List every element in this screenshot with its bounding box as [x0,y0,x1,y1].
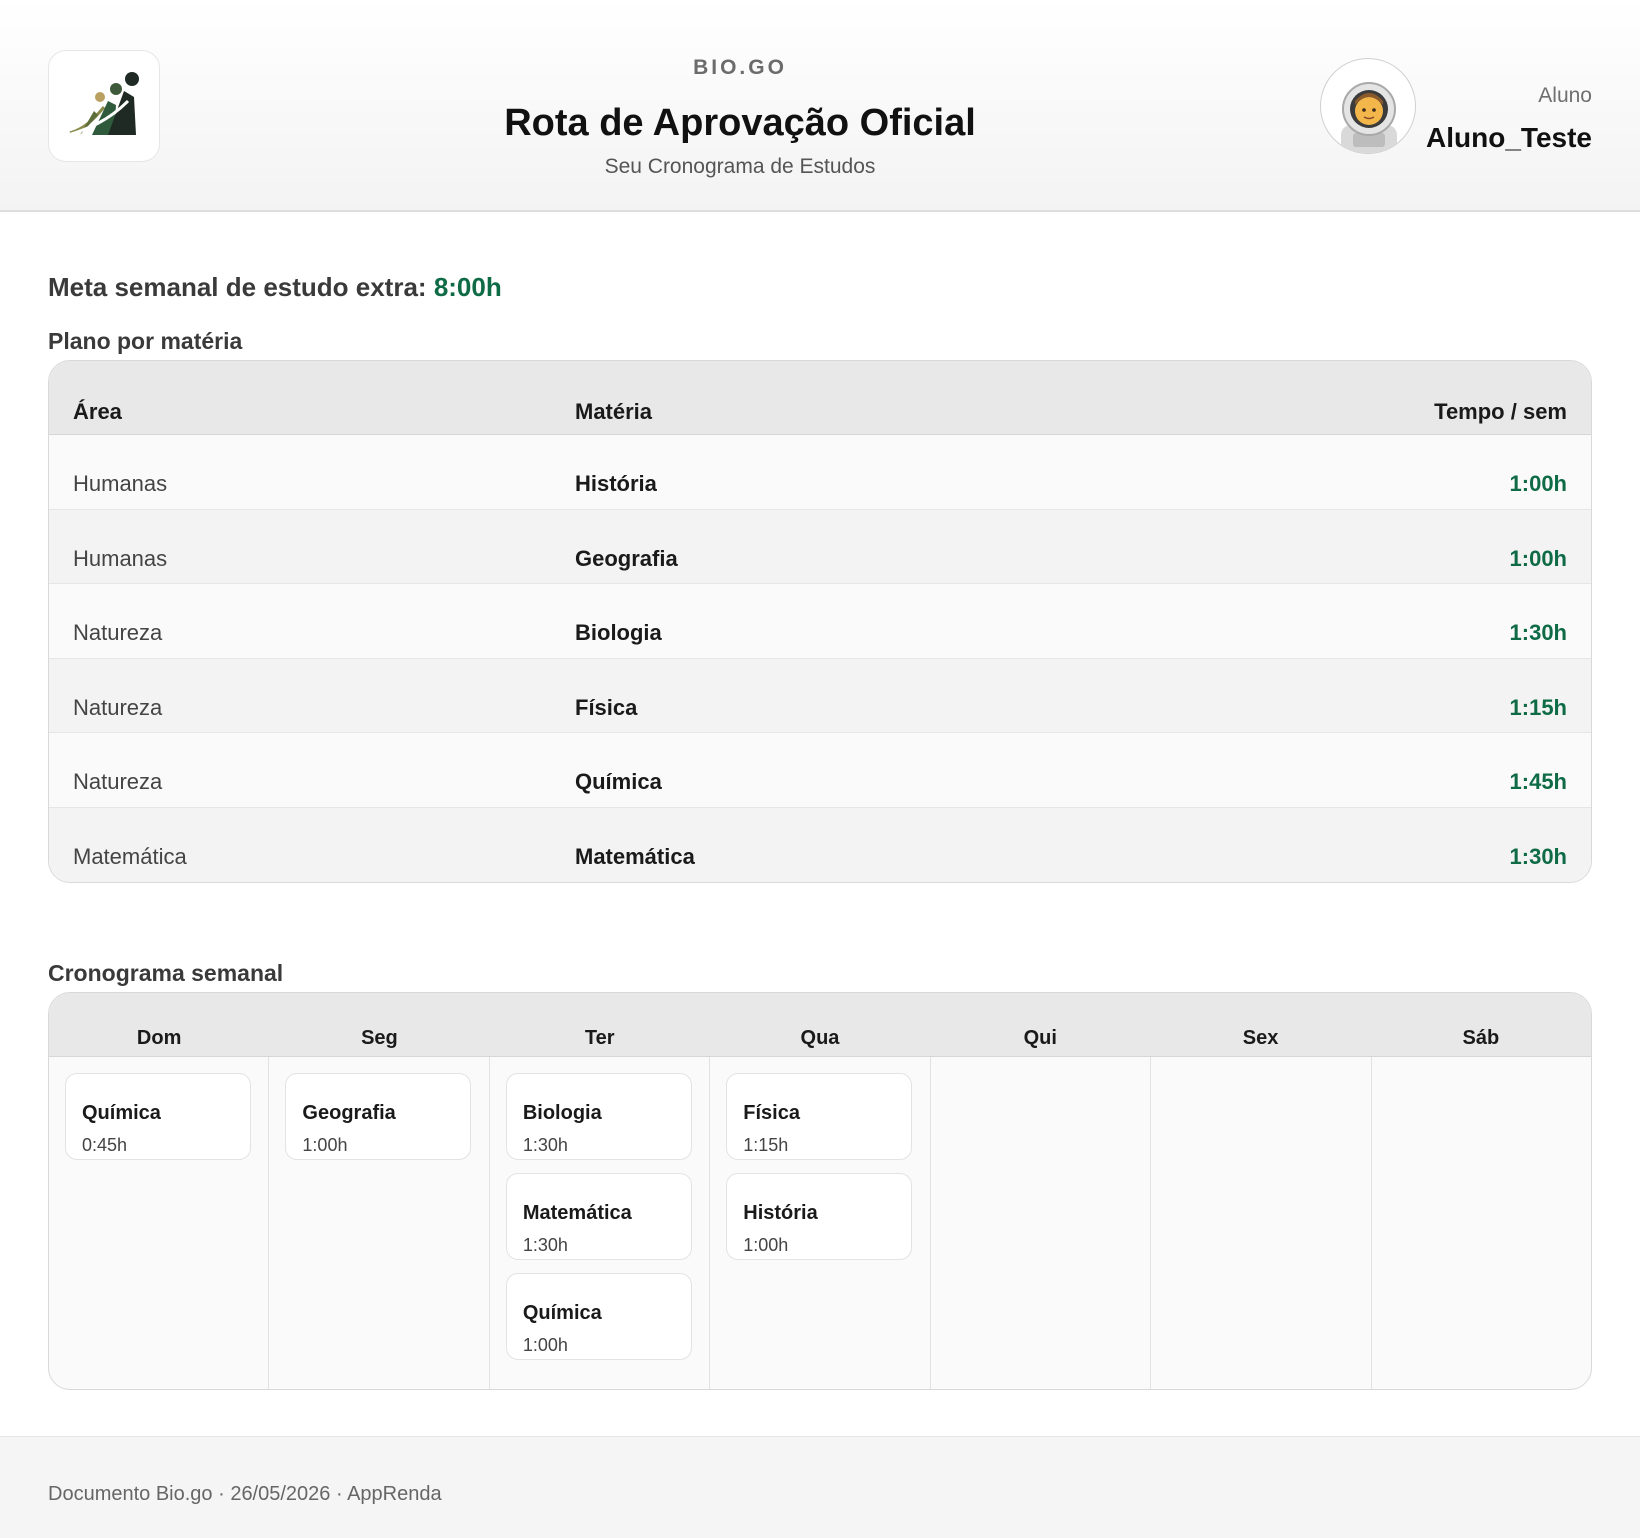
plan-table: Área Matéria Tempo / sem Humanas Históri… [48,360,1592,883]
session-card[interactable]: Matemática 1:30h [505,1173,692,1260]
session-time: 1:00h [522,1335,568,1355]
session-time: 1:00h [743,1235,789,1255]
session-card[interactable]: Química 0:45h [65,1073,251,1160]
row-subject: Química [575,769,662,794]
table-row: Natureza Física 1:15h [49,658,1591,733]
row-area: Natureza [73,769,163,794]
row-subject: Matemática [575,843,695,869]
session-subject: Química [522,1302,602,1324]
weekly-goal-label: Meta semanal de estudo extra: [48,272,427,302]
weekly-schedule-body: Química 0:45h Geografia 1:00h Biologia 1… [49,1057,1591,1389]
plan-table-header: Área Matéria Tempo / sem [49,361,1591,435]
footer-text: Documento Bio.go · 26/05/2026 · AppRenda [48,1483,442,1505]
day-header-qui: Qui [1023,1027,1057,1049]
session-subject: Química [82,1102,161,1124]
weekly-goal: Meta semanal de estudo extra: 8:00h [48,272,502,303]
table-row: Humanas Geografia 1:00h [49,509,1591,584]
table-row: Matemática Matemática 1:30h [49,807,1591,882]
user-name: Aluno_Teste [1426,122,1592,153]
row-subject: Física [575,694,638,720]
row-area: Natureza [73,620,163,645]
row-subject: Geografia [575,545,678,571]
row-subject: História [575,471,657,496]
page-title: Rota de Aprovação Oficial [504,102,976,144]
day-column-ter: Biologia 1:30h Matemática 1:30h Química … [490,1057,711,1389]
row-area: Humanas [73,545,168,571]
session-card[interactable]: História 1:00h [726,1173,913,1260]
day-column-qua: Física 1:15h História 1:00h [710,1057,931,1389]
session-card[interactable]: Física 1:15h [726,1073,913,1160]
weekly-schedule: Dom Seg Ter Qua Qui Sex Sáb Química 0:45… [48,992,1592,1390]
session-subject: Matemática [522,1202,632,1224]
day-column-qui [931,1057,1152,1389]
session-card[interactable]: Química 1:00h [505,1273,692,1360]
row-subject: Biologia [575,620,662,645]
schedule-section-title: Cronograma semanal [48,960,284,986]
day-header-dom: Dom [136,1027,182,1049]
column-header-time: Tempo / sem [1434,399,1567,424]
column-header-area: Área [73,399,122,424]
row-time: 1:15h [1509,694,1567,720]
session-card[interactable]: Biologia 1:30h [505,1073,692,1160]
session-card[interactable]: Geografia 1:00h [285,1073,472,1160]
row-area: Matemática [73,843,187,869]
session-subject: Geografia [302,1102,396,1124]
column-header-subject: Matéria [575,399,653,424]
session-subject: Biologia [522,1102,602,1124]
weekly-schedule-header: Dom Seg Ter Qua Qui Sex Sáb [49,993,1591,1057]
day-column-dom: Química 0:45h [49,1057,270,1389]
day-header-sex: Sex [1242,1027,1279,1049]
session-time: 0:45h [82,1135,128,1155]
day-header-qua: Qua [800,1027,840,1049]
row-time: 1:00h [1509,471,1567,496]
session-time: 1:15h [743,1135,789,1155]
brand-name: BIO.GO [693,56,787,79]
page-subtitle: Seu Cronograma de Estudos [604,155,876,178]
page-footer: Documento Bio.go · 26/05/2026 · AppRenda [0,1436,1640,1538]
table-row: Natureza Biologia 1:30h [49,584,1591,659]
day-header-seg: Seg [361,1027,398,1049]
plan-table-body: Humanas História 1:00h Humanas Geografia… [49,435,1591,882]
page-header: BIO.GO Rota de Aprovação Oficial Seu Cro… [0,0,1640,212]
day-header-sab: Sáb [1462,1027,1500,1049]
row-area: Natureza [73,694,163,720]
session-subject: História [743,1202,818,1224]
table-row: Humanas História 1:00h [49,435,1591,510]
avatar[interactable] [1320,58,1416,154]
session-time: 1:30h [522,1235,568,1255]
session-time: 1:00h [302,1135,348,1155]
user-role: Aluno [1538,84,1592,107]
table-row: Natureza Química 1:45h [49,733,1591,808]
row-time: 1:30h [1509,620,1567,645]
day-column-sab [1372,1057,1591,1389]
weekly-goal-value: 8:00h [433,272,502,302]
day-header-ter: Ter [584,1027,615,1049]
session-time: 1:30h [522,1135,568,1155]
day-column-seg: Geografia 1:00h [269,1057,490,1389]
session-subject: Física [743,1102,800,1124]
row-time: 1:30h [1509,843,1567,869]
row-time: 1:45h [1509,769,1567,794]
day-column-sex [1151,1057,1372,1389]
row-time: 1:00h [1509,545,1567,571]
row-area: Humanas [73,471,168,496]
plan-section-title: Plano por matéria [48,328,243,354]
astronaut-avatar-icon [1341,82,1397,153]
